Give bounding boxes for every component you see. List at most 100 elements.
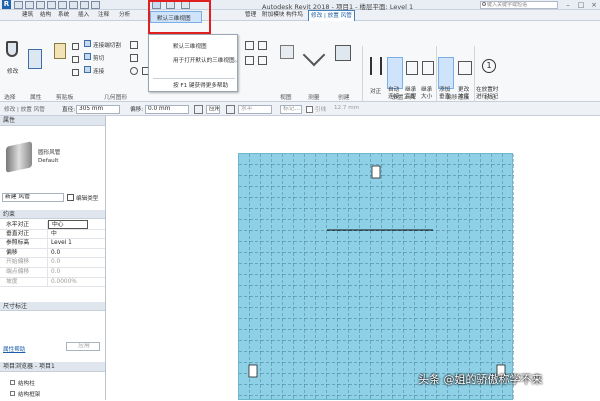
browser-item[interactable]: 结构柱 [18, 379, 35, 387]
properties-help-link[interactable]: 属性帮助 [3, 345, 25, 353]
cope-icon[interactable] [84, 40, 91, 47]
join-icon[interactable] [84, 66, 91, 73]
align-icon[interactable] [130, 41, 138, 49]
elevation-marker[interactable] [371, 165, 381, 179]
offset-field[interactable]: 0.0 mm [145, 105, 189, 114]
tag-on-placement-icon[interactable]: 1 [482, 59, 496, 73]
diameter-field[interactable]: 305 mm [76, 105, 120, 114]
browser-item[interactable]: 结构框架 [18, 390, 40, 398]
print-icon[interactable] [58, 1, 67, 9]
leader-checkbox[interactable] [306, 106, 313, 113]
instance-dropdown[interactable]: 新建 风管 [2, 193, 64, 202]
justify-label[interactable]: 对正 [370, 87, 381, 95]
panel-label-view: 视图 [280, 95, 292, 101]
panel-label-select[interactable]: 选择 [4, 92, 16, 101]
add-vertical-icon[interactable] [438, 57, 454, 89]
rotate-icon[interactable] [130, 67, 138, 75]
tab-component-dock[interactable]: 构件坞 [286, 10, 303, 21]
panel-label-placement-tools: 放置工具 [392, 95, 416, 101]
revit-logo-icon[interactable]: R [2, 0, 11, 9]
paste-icon[interactable] [54, 43, 66, 59]
match-type-icon[interactable] [72, 69, 79, 76]
maximize-button[interactable]: □ [575, 0, 587, 10]
section-constraints[interactable]: 约束 [0, 210, 105, 219]
property-row-reference-level[interactable]: 参照标高 Level 1 [0, 239, 105, 249]
cut-icon[interactable] [72, 56, 79, 63]
properties-apply-button[interactable]: 应用 [66, 342, 100, 351]
copy-icon[interactable] [72, 43, 79, 50]
text-icon[interactable] [91, 1, 100, 9]
direction-dropdown[interactable]: 水平 [238, 105, 272, 114]
property-row-end-offset[interactable]: 端点偏移 0.0 [0, 267, 105, 278]
duct-preview [6, 141, 32, 173]
project-browser-header: 项目浏览器 - 项目1 [0, 362, 105, 372]
panel-label-offset-connections: 偏移连接 [446, 95, 470, 101]
property-row-horizontal-justify[interactable]: 水平对正 中心 [0, 220, 105, 230]
property-key: 坡度 [0, 277, 48, 287]
lock-icon[interactable] [226, 105, 235, 114]
array-icon[interactable] [258, 41, 267, 50]
minimize-button[interactable]: – [562, 0, 574, 10]
property-value[interactable]: 中 [48, 230, 57, 239]
leader-length[interactable]: 12.7 mm [334, 105, 359, 111]
tab-addins[interactable]: 附加模块 [262, 10, 284, 21]
cut-geometry-icon[interactable] [84, 53, 91, 60]
pick-icon[interactable] [194, 105, 203, 114]
pin-icon[interactable] [258, 56, 267, 65]
scale-icon[interactable] [245, 56, 254, 65]
apply-button[interactable]: 应用 [206, 105, 220, 114]
property-value[interactable]: 0.0 [48, 258, 60, 267]
redo-icon[interactable] [47, 1, 56, 9]
property-row-offset[interactable]: 偏移 0.0 [0, 248, 105, 259]
undo-icon[interactable] [36, 1, 45, 9]
edit-type-icon[interactable] [67, 194, 74, 201]
property-row-vertical-justify[interactable]: 垂直对正中 [0, 229, 105, 240]
property-value[interactable]: 中心 [48, 220, 88, 229]
tab-structure[interactable]: 结构 [40, 10, 51, 21]
create-similar-icon[interactable] [335, 45, 351, 61]
close-button[interactable]: × [588, 0, 600, 10]
inherit-size-label[interactable]: 继承大小 [421, 87, 435, 101]
tab-modify-place-duct[interactable]: 修改 | 放置 风管 [308, 10, 355, 21]
property-value[interactable]: 0.0 [48, 249, 60, 258]
tab-annotate[interactable]: 注释 [98, 10, 109, 21]
modify-icon[interactable] [6, 41, 18, 57]
grid-pattern [239, 154, 514, 401]
tab-insert[interactable]: 插入 [78, 10, 89, 21]
inherit-elevation-icon[interactable] [406, 61, 418, 75]
plan-grid [239, 154, 514, 401]
tag-type-field[interactable]: 标记... [280, 105, 302, 114]
ribbon-panel: 修改 连接端切割 剪切 连接 对正 自动连接 继承高程 继承大小 添加垂直 更改… [0, 21, 600, 120]
measure-distance-icon[interactable] [302, 43, 326, 67]
elevation-marker[interactable] [248, 364, 258, 378]
inherit-size-icon[interactable] [422, 61, 434, 75]
tab-analyze[interactable]: 分析 [119, 10, 130, 21]
save-icon[interactable] [25, 1, 34, 9]
autoconnect-icon[interactable] [387, 57, 403, 89]
geometry-cut-label[interactable]: 剪切 [93, 54, 104, 62]
tab-manage[interactable]: 管理 [245, 10, 256, 21]
change-slope-icon[interactable] [458, 61, 472, 75]
property-row-start-offset[interactable]: 开始偏移 0.0 [0, 258, 105, 268]
property-value[interactable]: 0.0000% [48, 278, 77, 287]
hide-in-view-icon[interactable] [280, 45, 294, 59]
tooltip-help: 按 F1 键获得更多帮助 [173, 83, 229, 89]
edit-type-button[interactable]: 编辑类型 [76, 194, 98, 202]
search-input[interactable]: 键入关键字或短语 [480, 1, 558, 9]
tab-systems[interactable]: 系统 [58, 10, 69, 21]
justify-icon[interactable] [370, 57, 382, 75]
property-row-slope[interactable]: 坡度 0.0000% [0, 277, 105, 288]
move-icon[interactable] [130, 54, 138, 62]
dimension-icon[interactable] [80, 1, 89, 9]
geometry-cope-label[interactable]: 连接端切割 [93, 41, 121, 49]
section-dimensions[interactable]: 尺寸标注 [0, 302, 105, 311]
property-value[interactable]: 0.0 [48, 268, 60, 277]
open-icon[interactable] [14, 1, 23, 9]
properties-icon[interactable] [28, 49, 42, 69]
geometry-join-label[interactable]: 连接 [93, 67, 104, 75]
floor-plan-area[interactable] [238, 153, 514, 401]
split-icon[interactable] [245, 41, 254, 50]
tab-architecture[interactable]: 建筑 [22, 10, 33, 21]
measure-icon[interactable] [69, 1, 78, 9]
property-value[interactable]: Level 1 [48, 239, 72, 248]
